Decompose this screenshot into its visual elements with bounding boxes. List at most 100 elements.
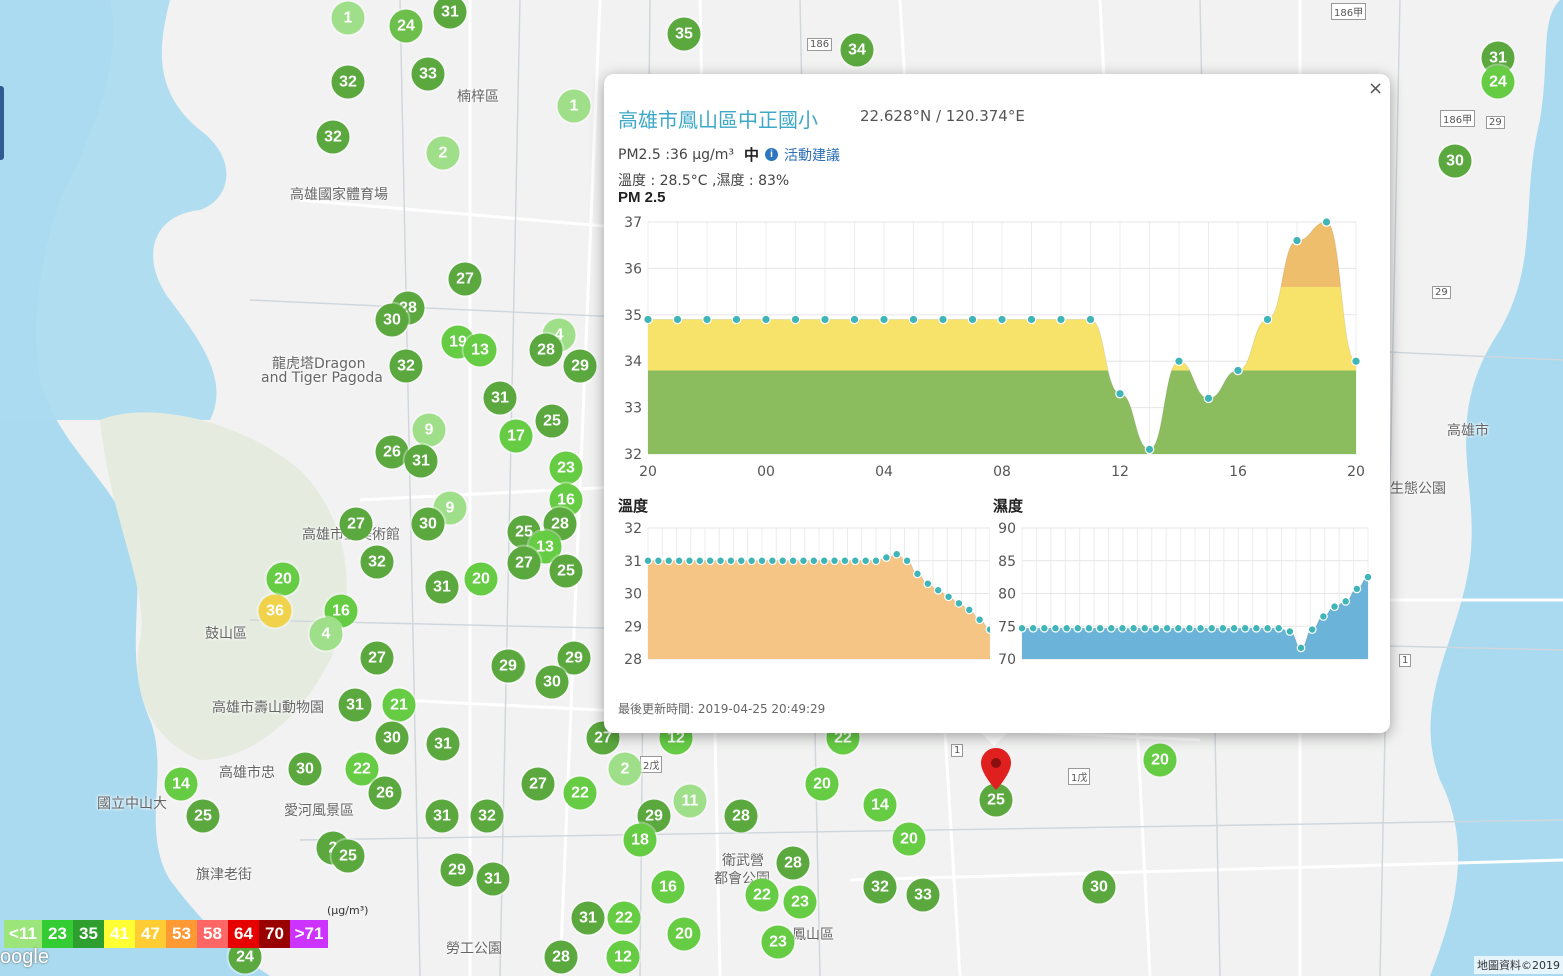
data-point <box>1229 623 1239 633</box>
station-marker[interactable]: 14 <box>863 788 897 822</box>
station-marker[interactable]: 20 <box>667 917 701 951</box>
station-marker[interactable]: 30 <box>411 507 445 541</box>
data-point <box>1073 623 1083 633</box>
data-point <box>1330 602 1339 611</box>
data-point <box>790 314 801 325</box>
station-coordinates: 22.628°N / 120.374°E <box>860 107 1025 125</box>
station-marker[interactable]: 1 <box>331 1 365 35</box>
station-marker[interactable]: 36 <box>258 594 292 628</box>
station-marker[interactable]: 31 <box>483 381 517 415</box>
station-marker[interactable]: 21 <box>382 688 416 722</box>
station-marker[interactable]: 32 <box>331 65 365 99</box>
station-marker[interactable]: 17 <box>499 419 533 453</box>
station-marker[interactable]: 29 <box>563 349 597 383</box>
station-marker[interactable]: 32 <box>863 870 897 904</box>
station-marker[interactable]: 12 <box>606 940 640 974</box>
station-marker[interactable]: 32 <box>389 349 423 383</box>
station-marker[interactable]: 22 <box>745 878 779 912</box>
side-panel-toggle[interactable] <box>0 86 4 160</box>
station-marker[interactable]: 34 <box>840 33 874 67</box>
station-marker[interactable]: 29 <box>491 649 525 683</box>
station-marker[interactable]: 20 <box>892 822 926 856</box>
popup-tail <box>980 732 1008 746</box>
station-marker[interactable]: 32 <box>470 799 504 833</box>
station-marker[interactable]: 28 <box>529 333 563 367</box>
station-marker[interactable]: 2 <box>426 136 460 170</box>
station-marker[interactable]: 30 <box>535 665 569 699</box>
map-attribution[interactable]: 地圖資料©2019 <box>1474 956 1563 974</box>
data-point <box>964 605 974 615</box>
station-marker[interactable]: 23 <box>549 451 583 485</box>
station-marker[interactable]: 14 <box>164 767 198 801</box>
station-marker[interactable]: 32 <box>316 120 350 154</box>
station-marker[interactable]: 31 <box>425 799 459 833</box>
station-marker[interactable]: 27 <box>360 641 394 675</box>
station-marker[interactable]: 30 <box>375 721 409 755</box>
station-marker[interactable]: 31 <box>404 444 438 478</box>
station-marker[interactable]: 18 <box>623 823 657 857</box>
station-marker[interactable]: 20 <box>805 767 839 801</box>
station-marker[interactable]: 22 <box>563 776 597 810</box>
station-marker[interactable]: 33 <box>411 57 445 91</box>
station-marker[interactable]: 24 <box>389 9 423 43</box>
station-marker[interactable]: 20 <box>464 562 498 596</box>
station-marker[interactable]: 13 <box>463 333 497 367</box>
station-marker[interactable]: 26 <box>375 435 409 469</box>
temperature-chart: 28 29 30 31 32 <box>624 521 990 668</box>
station-marker[interactable]: 20 <box>1143 743 1177 777</box>
station-marker[interactable]: 27 <box>507 546 541 580</box>
station-marker[interactable]: 28 <box>776 846 810 880</box>
station-marker[interactable]: 4 <box>309 617 343 651</box>
station-marker[interactable]: 32 <box>360 545 394 579</box>
station-marker[interactable]: 31 <box>338 688 372 722</box>
station-marker[interactable]: 11 <box>673 784 707 818</box>
station-marker[interactable]: 30 <box>288 752 322 786</box>
station-marker[interactable]: 28 <box>724 799 758 833</box>
station-marker[interactable]: 1 <box>557 89 591 123</box>
station-marker[interactable]: 28 <box>544 940 578 974</box>
station-marker[interactable]: 20 <box>266 562 300 596</box>
station-marker[interactable]: 25 <box>535 404 569 438</box>
station-marker[interactable]: 23 <box>783 885 817 919</box>
data-point <box>731 314 742 325</box>
info-icon[interactable]: i <box>765 148 778 161</box>
data-point <box>757 556 767 566</box>
station-marker[interactable]: 31 <box>571 901 605 935</box>
data-point <box>1307 625 1317 634</box>
station-marker[interactable]: 33 <box>906 878 940 912</box>
data-point <box>1039 623 1049 633</box>
data-point <box>1285 627 1295 636</box>
station-marker[interactable]: 31 <box>426 727 460 761</box>
station-marker[interactable]: 2 <box>608 752 642 786</box>
station-marker[interactable]: 31 <box>425 570 459 604</box>
station-marker[interactable]: 23 <box>761 925 795 959</box>
station-marker[interactable]: 25 <box>549 554 583 588</box>
station-marker[interactable]: 29 <box>440 853 474 887</box>
station-marker[interactable]: 22 <box>607 901 641 935</box>
station-name-link[interactable]: 高雄市鳳山區中正國小 <box>618 104 818 133</box>
data-point <box>879 314 889 325</box>
station-marker[interactable]: 31 <box>476 862 510 896</box>
station-marker[interactable]: 27 <box>339 507 373 541</box>
station-marker[interactable]: 25 <box>331 839 365 873</box>
station-marker[interactable]: 30 <box>1438 144 1472 178</box>
y-tick-label: 37 <box>624 215 642 231</box>
station-marker[interactable]: 25 <box>186 799 220 833</box>
pm-color-legend: <11 23 35 41 47 53 58 64 70 >71 <box>4 920 328 948</box>
station-marker[interactable]: 24 <box>1481 65 1515 99</box>
station-marker[interactable]: 35 <box>667 17 701 51</box>
activity-advice-link[interactable]: 活動建議 <box>784 145 840 165</box>
station-marker[interactable]: 9 <box>412 413 446 447</box>
x-tick-label: 08 <box>993 464 1011 480</box>
station-marker[interactable]: 16 <box>651 870 685 904</box>
station-marker[interactable]: 27 <box>521 767 555 801</box>
map-place-label: 高雄市壽山動物園 <box>212 700 324 716</box>
data-point <box>736 556 746 566</box>
station-marker[interactable]: 26 <box>368 776 402 810</box>
data-point <box>1095 623 1105 633</box>
close-popup-button[interactable]: × <box>1368 78 1383 99</box>
station-marker[interactable]: 27 <box>448 262 482 296</box>
selected-location-pin-icon[interactable] <box>981 748 1011 790</box>
station-marker[interactable]: 30 <box>1082 870 1116 904</box>
station-marker[interactable]: 30 <box>375 303 409 337</box>
